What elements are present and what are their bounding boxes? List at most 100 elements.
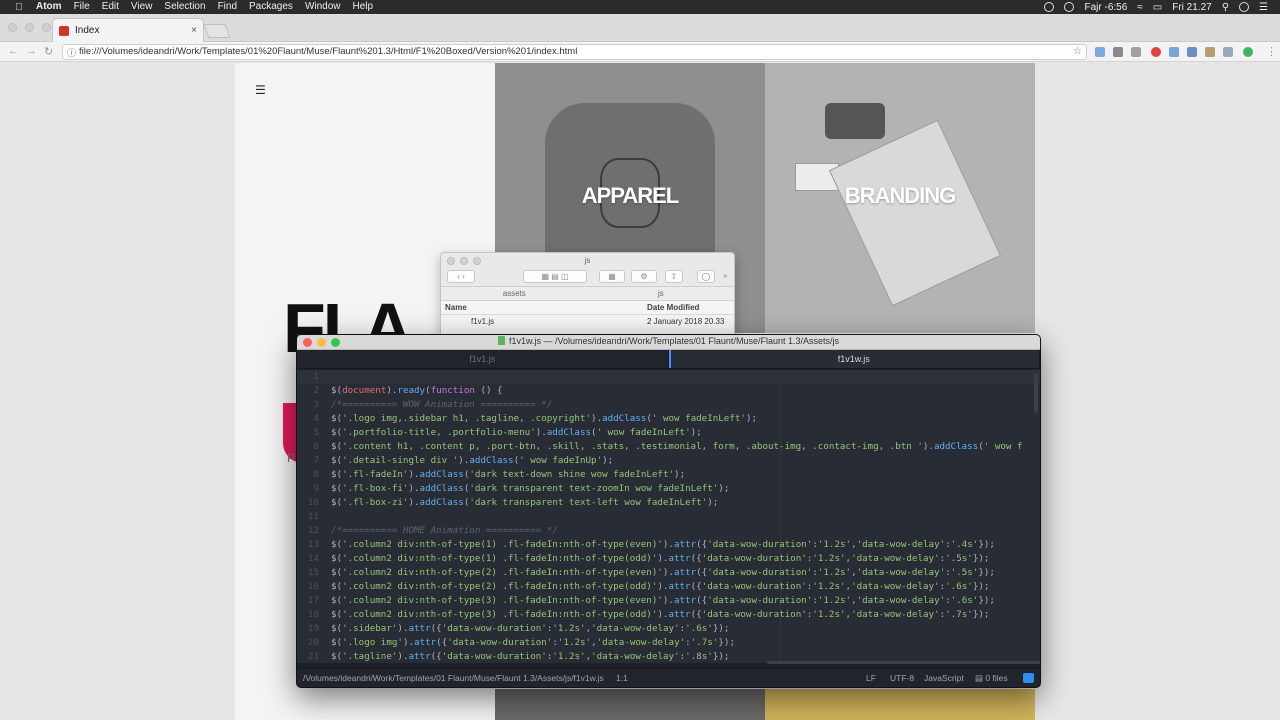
line-number[interactable]: 21 [297,650,319,663]
portfolio-tile-bottom-left[interactable] [495,689,765,720]
hamburger-menu-icon[interactable]: ☰ [255,83,266,97]
minimize-window-icon[interactable] [25,23,34,32]
back-icon[interactable]: ← [8,45,19,57]
status-line-ending[interactable]: LF [866,669,876,687]
code-line[interactable]: 17 $('.column2 div:nth-of-type(3) .fl-fad… [297,594,1040,608]
finder-col-name[interactable]: Name [441,301,641,314]
bookmark-star-icon[interactable]: ☆ [1073,45,1082,59]
wifi-icon[interactable]: ≈ [1137,2,1143,13]
extension-grid-icon[interactable] [1223,47,1233,57]
status-file-path[interactable]: /Volumes/ideandri/Work/Templates/01 Flau… [303,669,604,687]
line-number[interactable]: 15 [297,566,319,580]
extension-translate-icon[interactable] [1095,47,1105,57]
horizontal-scrollbar[interactable] [767,661,1040,664]
line-number[interactable]: 14 [297,552,319,566]
line-number[interactable]: 17 [297,594,319,608]
code-line[interactable]: 8 $('.fl-fadeIn').addClass('dark text-dow… [297,468,1040,482]
new-tab-button[interactable] [203,24,231,38]
line-number[interactable]: 16 [297,580,319,594]
extension-screenshot-icon[interactable] [1113,47,1123,57]
line-number[interactable]: 8 [297,468,319,482]
line-number[interactable]: 9 [297,482,319,496]
atom-tab-f1v1[interactable]: f1v1.js [297,350,669,368]
line-number[interactable]: 3 [297,398,319,412]
cloud-icon[interactable] [1064,2,1075,12]
code-line[interactable]: 3 /*========== WOW Animation ========== *… [297,398,1040,412]
extension-opera-icon[interactable] [1151,47,1161,57]
line-number[interactable]: 10 [297,496,319,510]
atom-tab-f1v1w[interactable]: f1v1w.js [668,350,1040,368]
line-number[interactable]: 18 [297,608,319,622]
list-icon[interactable]: ☰ [1259,2,1268,13]
menu-view[interactable]: View [131,0,153,14]
code-line[interactable]: 5 $('.portfolio-title, .portfolio-menu').… [297,426,1040,440]
vertical-scrollbar[interactable] [1034,373,1038,413]
extension-cookie-icon[interactable] [1205,47,1215,57]
forward-icon[interactable]: → [26,45,37,57]
finder-back-forward-button[interactable]: ‹ › [447,270,475,283]
code-line[interactable]: 14 $('.column2 div:nth-of-type(1) .fl-fad… [297,552,1040,566]
code-line[interactable]: 1 [297,370,1040,384]
portfolio-tile-bottom-right[interactable] [765,689,1035,720]
finder-path-js[interactable]: js [588,287,735,300]
extension-tab-icon[interactable] [1169,47,1179,57]
finder-tag-icon[interactable]: ◯ [697,270,715,283]
line-number[interactable]: 7 [297,454,319,468]
code-line[interactable]: 18 $('.column2 div:nth-of-type(3) .fl-fad… [297,608,1040,622]
menu-window[interactable]: Window [305,0,341,14]
status-files-count[interactable]: ▤ 0 files [975,669,1008,687]
code-line[interactable]: 15 $('.column2 div:nth-of-type(2) .fl-fad… [297,566,1040,580]
close-window-icon[interactable] [8,23,17,32]
line-number[interactable]: 1 [297,370,319,384]
menu-help[interactable]: Help [353,0,374,14]
finder-path-assets[interactable]: assets [441,287,588,300]
code-line[interactable]: 20 $('.logo img').attr({'data-wow-duratio… [297,636,1040,650]
apple-menu-icon[interactable]:  [12,2,26,13]
record-icon[interactable] [1044,2,1055,12]
menu-find[interactable]: Find [218,0,237,14]
line-number[interactable]: 11 [297,510,319,524]
code-line[interactable]: 2 $(document).ready(function () { [297,384,1040,398]
extension-people-icon[interactable] [1187,47,1197,57]
reload-icon[interactable]: ↻ [44,45,53,58]
code-line[interactable]: 16 $('.column2 div:nth-of-type(2) .fl-fad… [297,580,1040,594]
spotlight-icon[interactable]: ⚲ [1222,2,1229,13]
code-editor[interactable]: 1 2 $(document).ready(function () {3 /*====… [297,370,1040,663]
prayer-time[interactable]: Fajr -6:56 [1084,2,1127,13]
code-line[interactable]: 10 $('.fl-box-zi').addClass('dark transpa… [297,496,1040,510]
finder-action-gear-icon[interactable]: ⚙ [631,270,657,283]
chrome-menu-icon[interactable]: ⋮ [1266,45,1277,58]
zoom-window-icon[interactable] [42,23,51,32]
github-icon[interactable] [1023,673,1034,683]
status-encoding[interactable]: UTF-8 [890,669,914,687]
extension-green-icon[interactable] [1243,47,1253,57]
code-line[interactable]: 9 $('.fl-box-fi').addClass('dark transpar… [297,482,1040,496]
finder-view-switcher[interactable]: ▦ ▤ ◫ [523,270,587,283]
user-avatar-icon[interactable] [1239,2,1250,12]
finder-more-icon[interactable]: » [723,271,727,280]
status-grammar[interactable]: JavaScript [924,669,964,687]
extension-download-icon[interactable] [1131,47,1141,57]
browser-tab[interactable]: Index × [52,18,204,42]
menu-file[interactable]: File [74,0,90,14]
line-number[interactable]: 6 [297,440,319,454]
menu-edit[interactable]: Edit [102,0,119,14]
line-number[interactable]: 19 [297,622,319,636]
code-line[interactable]: 6 $('.content h1, .content p, .port-btn, … [297,440,1040,454]
line-number[interactable]: 5 [297,426,319,440]
code-line[interactable]: 4 $('.logo img,.sidebar h1, .tagline, .co… [297,412,1040,426]
line-number[interactable]: 20 [297,636,319,650]
finder-share-icon[interactable]: ⇧ [665,270,683,283]
code-line[interactable]: 7 $('.detail-single div ').addClass(' wow… [297,454,1040,468]
address-bar[interactable]: ⓘ file:///Volumes/ideandri/Work/Template… [62,44,1087,60]
menu-clock[interactable]: Fri 21.27 [1172,2,1211,13]
line-number[interactable]: 4 [297,412,319,426]
line-number[interactable]: 2 [297,384,319,398]
battery-icon[interactable]: ▭ [1153,2,1162,13]
finder-arrange-button[interactable]: ▦ [599,270,625,283]
code-line[interactable]: 11 [297,510,1040,524]
menu-packages[interactable]: Packages [249,0,293,14]
finder-file-row[interactable]: f1v1.js 2 January 2018 20.33 [441,315,734,329]
line-number[interactable]: 13 [297,538,319,552]
code-line[interactable]: 12 /*========== HOME Animation ==========… [297,524,1040,538]
